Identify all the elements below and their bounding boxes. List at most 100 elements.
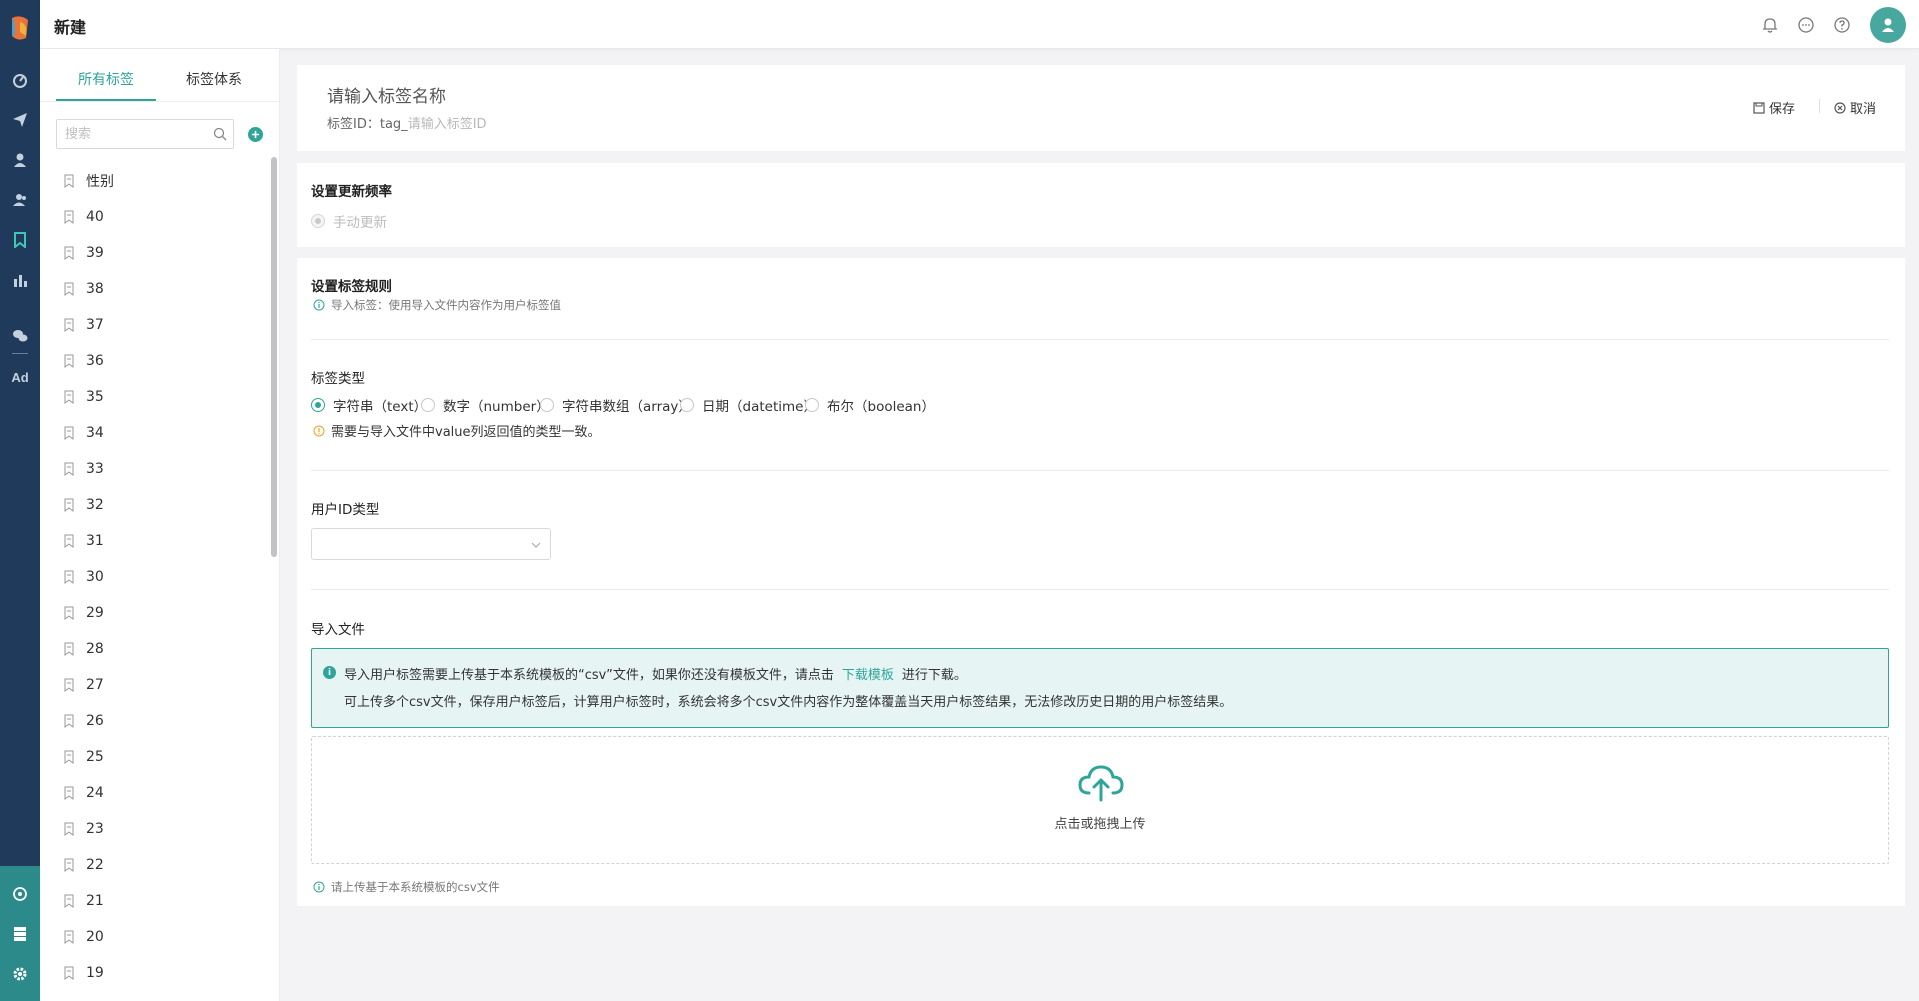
manual-update-radio[interactable]: 手动更新 <box>311 211 387 231</box>
tag-icon <box>64 390 74 404</box>
tag-list-item[interactable]: 21 <box>40 883 270 919</box>
cancel-button[interactable]: 取消 <box>1834 98 1876 117</box>
cancel-label: 取消 <box>1850 102 1877 117</box>
tag-icon <box>64 894 74 908</box>
tag-list-item[interactable]: 23 <box>40 811 270 847</box>
alert-line-2: 可上传多个csv文件，保存用户标签后，计算用户标签时，系统会将多个csv文件内容… <box>344 695 1233 710</box>
bell-icon[interactable] <box>1761 16 1779 34</box>
tag-icon <box>64 174 74 188</box>
bar-chart-icon[interactable] <box>10 270 30 290</box>
tabs-divider <box>40 101 279 102</box>
tag-list-item[interactable]: 25 <box>40 739 270 775</box>
tag-list-item[interactable]: 31 <box>40 523 270 559</box>
dashboard-icon[interactable] <box>10 70 30 90</box>
search-input[interactable] <box>57 120 197 148</box>
tag-list-item[interactable]: 性别 <box>40 163 270 199</box>
tag-list-item[interactable]: 22 <box>40 847 270 883</box>
tag-list-item[interactable]: 37 <box>40 307 270 343</box>
tag-list-item[interactable]: 34 <box>40 415 270 451</box>
top-header: 新建 <box>40 0 1919 49</box>
tag-list-item[interactable]: 39 <box>40 235 270 271</box>
upload-hint: 请上传基于本系统模板的csv文件 <box>313 879 500 895</box>
tab-tag-system[interactable]: 标签体系 <box>186 69 242 89</box>
add-tag-button[interactable] <box>248 127 263 142</box>
user-icon[interactable] <box>10 150 30 170</box>
tag-list-item[interactable]: 27 <box>40 667 270 703</box>
tag-list-label: 29 <box>86 605 104 621</box>
upload-dropzone[interactable]: 点击或拖拽上传 <box>311 736 1889 864</box>
tag-list-label: 32 <box>86 497 104 513</box>
rail-divider <box>12 353 28 354</box>
tab-all-tags[interactable]: 所有标签 <box>78 69 134 89</box>
tag-icon <box>64 606 74 620</box>
plus-icon <box>251 130 260 139</box>
search-icon[interactable] <box>213 127 227 141</box>
tag-list-item[interactable]: 24 <box>40 775 270 811</box>
tag-icon <box>64 318 74 332</box>
tag-type-radio[interactable]: 日期（datetime） <box>680 395 817 415</box>
tag-icon <box>64 822 74 836</box>
tag-list-item[interactable]: 29 <box>40 595 270 631</box>
info-icon <box>313 299 325 311</box>
tag-type-radio[interactable]: 字符串（text） <box>311 395 427 415</box>
wechat-icon[interactable] <box>10 326 30 346</box>
tag-id-input[interactable]: 请输入标签ID <box>408 117 487 132</box>
tag-list-label: 28 <box>86 641 104 657</box>
tag-list-item[interactable]: 26 <box>40 703 270 739</box>
tag-type-radio[interactable]: 字符串数组（array） <box>540 395 692 415</box>
tag-sidebar: 所有标签 标签体系 性别 40 39 38 37 36 35 34 33 32 31 30 29 28 27… <box>40 49 280 1001</box>
tag-list-item[interactable]: 38 <box>40 271 270 307</box>
tag-list-label: 27 <box>86 677 104 693</box>
tag-list-label: 40 <box>86 209 104 225</box>
close-icon <box>1834 101 1846 114</box>
tag-type-radio[interactable]: 数字（number） <box>421 395 550 415</box>
manual-update-label: 手动更新 <box>333 215 387 231</box>
tag-list-item[interactable]: 20 <box>40 919 270 955</box>
tag-icon <box>64 570 74 584</box>
tag-list-item[interactable]: 28 <box>40 631 270 667</box>
app-logo[interactable] <box>8 14 32 42</box>
send-icon[interactable] <box>10 110 30 130</box>
tag-list-label: 33 <box>86 461 104 477</box>
tag-list-item[interactable]: 18 <box>40 991 270 1001</box>
radio-dot <box>540 398 554 412</box>
ai-icon[interactable] <box>10 884 30 904</box>
sidebar-scrollbar[interactable] <box>271 157 277 557</box>
frequency-card: 设置更新频率 手动更新 <box>297 163 1905 247</box>
search-box <box>56 119 234 149</box>
tag-list-label: 20 <box>86 929 104 945</box>
help-icon[interactable] <box>1833 16 1851 34</box>
server-icon[interactable] <box>10 924 30 944</box>
message-icon[interactable] <box>1797 16 1815 34</box>
tag-list-label: 38 <box>86 281 104 297</box>
ad-icon[interactable]: Ad <box>10 367 30 387</box>
tag-type-label: 日期（datetime） <box>702 399 817 415</box>
tag-list-item[interactable]: 33 <box>40 451 270 487</box>
save-button[interactable]: 保存 <box>1753 98 1795 117</box>
download-template-link[interactable]: 下载模板 <box>842 668 894 683</box>
tag-list-label: 34 <box>86 425 104 441</box>
users-icon[interactable] <box>10 190 30 210</box>
tag-list-label: 21 <box>86 893 104 909</box>
tag-list-label: 性别 <box>86 174 114 190</box>
tag-list-label: 30 <box>86 569 104 585</box>
tag-name-input[interactable]: 请输入标签名称 <box>327 82 446 107</box>
avatar[interactable] <box>1870 7 1906 43</box>
userid-type-select[interactable] <box>311 528 551 560</box>
tag-list-item[interactable]: 19 <box>40 955 270 991</box>
info-icon <box>313 881 325 893</box>
tag-list-item[interactable]: 30 <box>40 559 270 595</box>
userid-type-title: 用户ID类型 <box>311 502 380 518</box>
tag-list-item[interactable]: 36 <box>40 343 270 379</box>
settings-icon[interactable] <box>10 964 30 984</box>
frequency-title: 设置更新频率 <box>311 184 392 200</box>
tag-list-item[interactable]: 40 <box>40 199 270 235</box>
tag-list-label: 37 <box>86 317 104 333</box>
tag-list-item[interactable]: 35 <box>40 379 270 415</box>
tag-list: 性别 40 39 38 37 36 35 34 33 32 31 30 29 28 27 26 25 24 23 22… <box>40 163 270 1001</box>
upload-hint-text: 请上传基于本系统模板的csv文件 <box>331 880 500 894</box>
tag-icon[interactable] <box>10 230 30 250</box>
radio-dot <box>311 214 325 228</box>
tag-type-radio[interactable]: 布尔（boolean） <box>805 395 935 415</box>
tag-list-item[interactable]: 32 <box>40 487 270 523</box>
